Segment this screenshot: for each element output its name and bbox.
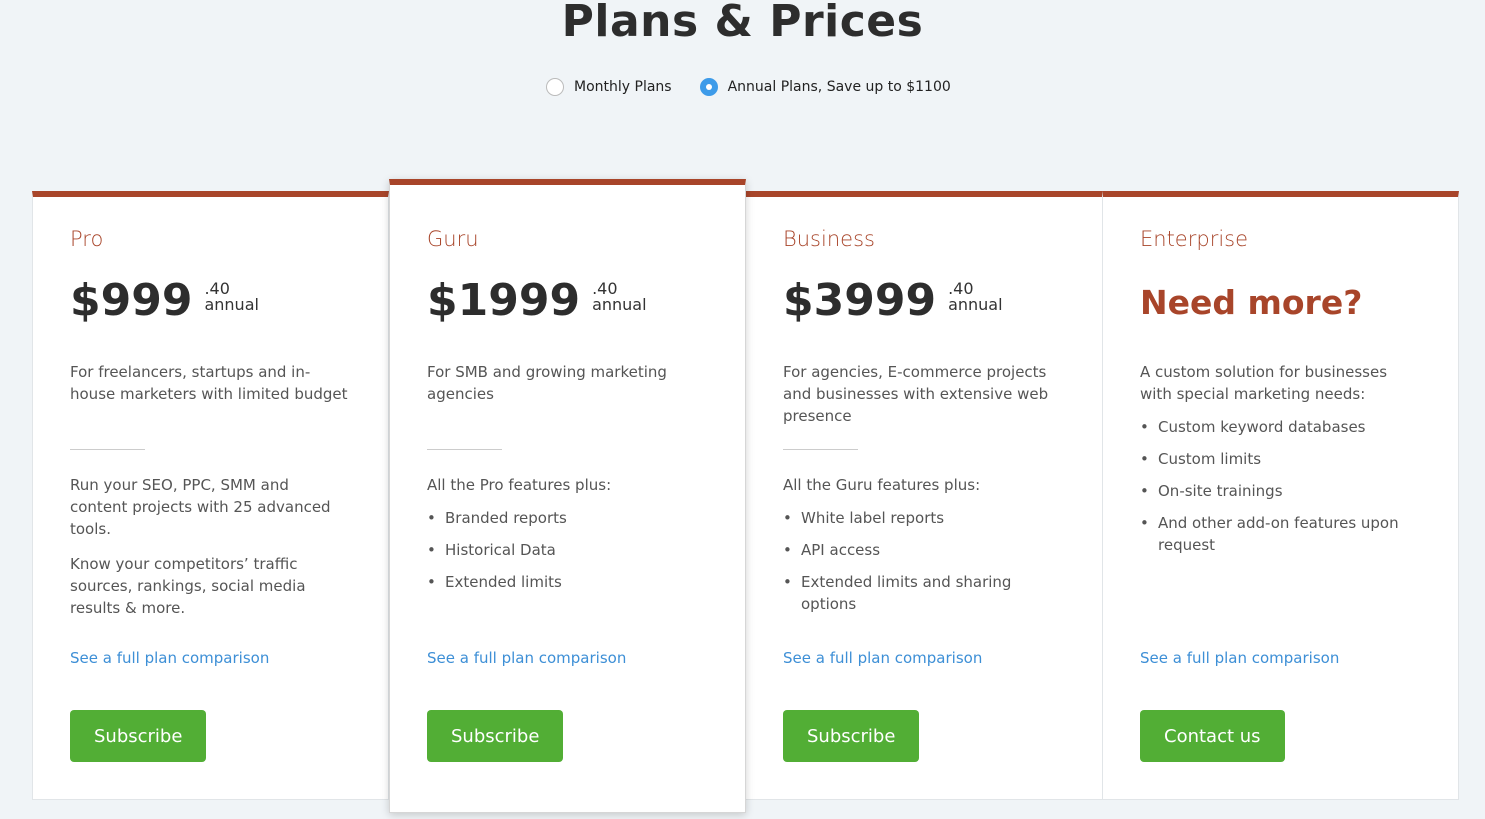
monthly-plans-option[interactable]: Monthly Plans — [546, 78, 672, 96]
plan-name: Guru — [427, 227, 479, 251]
price: $3999 .40 annual — [783, 277, 1065, 337]
subscribe-button[interactable]: Subscribe — [783, 710, 920, 762]
feature-item: Custom limits — [1140, 448, 1421, 470]
plan-card-business: Business $3999 .40 annual For agencies, … — [746, 191, 1103, 800]
divider — [427, 449, 502, 450]
plan-name: Enterprise — [1140, 227, 1249, 251]
feature-item: White label reports — [783, 507, 1065, 529]
plan-comparison-link[interactable]: See a full plan comparison — [427, 649, 626, 667]
price-period: annual — [592, 295, 647, 314]
subscribe-button[interactable]: Subscribe — [427, 710, 564, 762]
plan-description: A custom solution for businesses with sp… — [1140, 363, 1388, 403]
plan-description: For agencies, E-commerce projects and bu… — [783, 363, 1049, 425]
billing-toggle: Monthly Plans Annual Plans, Save up to $… — [546, 78, 951, 96]
feature-item: API access — [783, 539, 1065, 561]
features-intro: All the Guru features plus: — [783, 476, 981, 494]
feature-item: And other add-on features upon request — [1140, 512, 1421, 556]
plan-comparison-link[interactable]: See a full plan comparison — [1140, 649, 1339, 667]
plan-comparison-link[interactable]: See a full plan comparison — [70, 649, 269, 667]
plan-features: All the Guru features plus: White label … — [783, 474, 1065, 615]
feature-paragraph: Run your SEO, PPC, SMM and content proje… — [70, 476, 331, 538]
plan-card-enterprise: Enterprise Need more? A custom solution … — [1102, 191, 1459, 800]
plan-features: Custom keyword databases Custom limits O… — [1140, 416, 1421, 556]
plan-name: Pro — [70, 227, 104, 251]
price-amount: $999 — [70, 275, 193, 326]
feature-item: Extended limits and sharing options — [783, 571, 1065, 615]
price: $1999 .40 annual — [427, 277, 708, 337]
enterprise-headline: Need more? — [1140, 283, 1363, 322]
plan-features: Run your SEO, PPC, SMM and content proje… — [70, 474, 351, 619]
feature-item: Extended limits — [427, 571, 708, 593]
annual-plans-option[interactable]: Annual Plans, Save up to $1100 — [699, 78, 951, 96]
price-period: annual — [948, 295, 1003, 314]
divider — [70, 449, 145, 450]
radio-checked-icon[interactable] — [699, 78, 718, 96]
plan-card-pro: Pro $999 .40 annual For freelancers, sta… — [32, 191, 389, 800]
price-period: annual — [204, 295, 259, 314]
price: $999 .40 annual — [70, 277, 351, 337]
price-amount: $3999 — [783, 275, 937, 326]
feature-item: On-site trainings — [1140, 480, 1421, 502]
monthly-plans-label: Monthly Plans — [574, 79, 672, 95]
annual-plans-label: Annual Plans, Save up to $1100 — [727, 79, 951, 95]
radio-unchecked-icon[interactable] — [546, 78, 564, 96]
plan-comparison-link[interactable]: See a full plan comparison — [783, 649, 982, 667]
plan-description: For SMB and growing marketing agencies — [427, 363, 667, 403]
feature-item: Branded reports — [427, 507, 708, 529]
page-title: Plans & Prices — [561, 0, 924, 47]
price-amount: $1999 — [427, 275, 581, 326]
features-intro: All the Pro features plus: — [427, 476, 612, 494]
subscribe-button[interactable]: Subscribe — [70, 710, 207, 762]
feature-item: Custom keyword databases — [1140, 416, 1421, 438]
plan-description: For freelancers, startups and in-house m… — [70, 363, 348, 403]
plan-card-guru: Guru $1999 .40 annual For SMB and growin… — [389, 179, 746, 813]
plan-name: Business — [783, 227, 875, 251]
feature-item: Historical Data — [427, 539, 708, 561]
feature-paragraph: Know your competitors’ traffic sources, … — [70, 555, 306, 617]
plan-features: All the Pro features plus: Branded repor… — [427, 474, 708, 593]
contact-us-button[interactable]: Contact us — [1140, 710, 1285, 762]
divider — [783, 449, 858, 450]
